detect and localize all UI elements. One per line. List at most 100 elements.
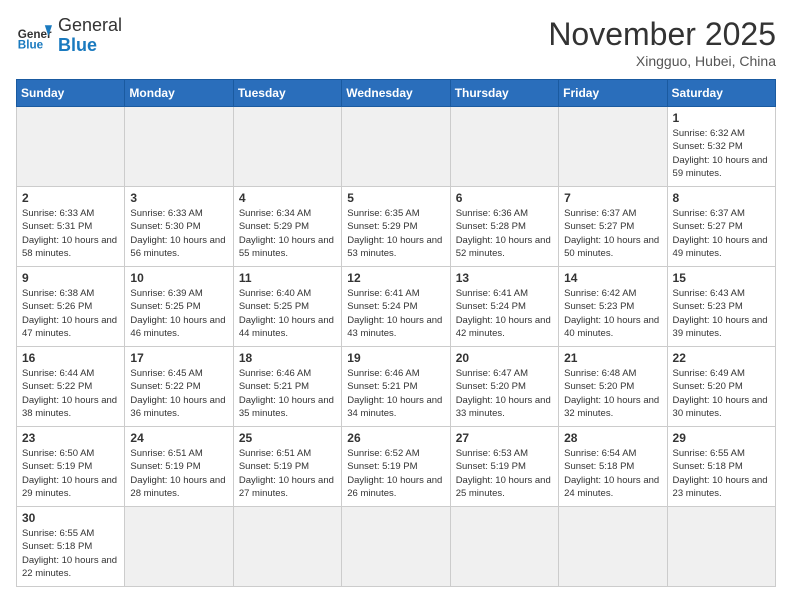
- day-info: Sunrise: 6:49 AM Sunset: 5:20 PM Dayligh…: [673, 367, 770, 420]
- location: Xingguo, Hubei, China: [548, 53, 776, 69]
- calendar-cell: [342, 507, 450, 587]
- day-number: 30: [22, 511, 119, 525]
- calendar-cell: [125, 107, 233, 187]
- weekday-header-monday: Monday: [125, 80, 233, 107]
- day-info: Sunrise: 6:36 AM Sunset: 5:28 PM Dayligh…: [456, 207, 553, 260]
- calendar-cell: 11Sunrise: 6:40 AM Sunset: 5:25 PM Dayli…: [233, 267, 341, 347]
- calendar-cell: 3 Sunrise: 6:33 AM Sunset: 5:30 PM Daylig…: [125, 187, 233, 267]
- calendar-cell: [667, 507, 775, 587]
- weekday-header-wednesday: Wednesday: [342, 80, 450, 107]
- day-number: 23: [22, 431, 119, 445]
- calendar-cell: 23 Sunrise: 6:50 AM Sunset: 5:19 PM Dayli…: [17, 427, 125, 507]
- day-info: Sunrise: 6:48 AM Sunset: 5:20 PM Dayligh…: [564, 367, 661, 420]
- calendar-cell: [233, 107, 341, 187]
- day-info: Sunrise: 6:47 AM Sunset: 5:20 PM Dayligh…: [456, 367, 553, 420]
- day-number: 5: [347, 191, 444, 205]
- day-number: 4: [239, 191, 336, 205]
- calendar-cell: 17 Sunrise: 6:45 AM Sunset: 5:22 PM Dayli…: [125, 347, 233, 427]
- day-info: Sunrise: 6:42 AM Sunset: 5:23 PM Dayligh…: [564, 287, 661, 340]
- calendar-cell: [450, 507, 558, 587]
- day-number: 20: [456, 351, 553, 365]
- calendar-cell: 7Sunrise: 6:37 AM Sunset: 5:27 PM Daylig…: [559, 187, 667, 267]
- logo: General Blue GeneralBlue: [16, 16, 122, 56]
- calendar-cell: [559, 107, 667, 187]
- calendar-cell: 18Sunrise: 6:46 AM Sunset: 5:21 PM Dayli…: [233, 347, 341, 427]
- day-number: 3: [130, 191, 227, 205]
- title-block: November 2025 Xingguo, Hubei, China: [548, 16, 776, 69]
- calendar-cell: 26 Sunrise: 6:52 AM Sunset: 5:19 PM Dayli…: [342, 427, 450, 507]
- day-number: 15: [673, 271, 770, 285]
- weekday-header-saturday: Saturday: [667, 80, 775, 107]
- calendar-cell: [450, 107, 558, 187]
- calendar-cell: 9Sunrise: 6:38 AM Sunset: 5:26 PM Daylig…: [17, 267, 125, 347]
- day-info: Sunrise: 6:44 AM Sunset: 5:22 PM Dayligh…: [22, 367, 119, 420]
- calendar-cell: 14 Sunrise: 6:42 AM Sunset: 5:23 PM Dayli…: [559, 267, 667, 347]
- calendar-cell: 12 Sunrise: 6:41 AM Sunset: 5:24 PM Dayli…: [342, 267, 450, 347]
- svg-text:Blue: Blue: [18, 38, 44, 51]
- calendar-table: SundayMondayTuesdayWednesdayThursdayFrid…: [16, 79, 776, 587]
- calendar-cell: 4 Sunrise: 6:34 AM Sunset: 5:29 PM Daylig…: [233, 187, 341, 267]
- calendar-cell: 2 Sunrise: 6:33 AM Sunset: 5:31 PM Daylig…: [17, 187, 125, 267]
- calendar-cell: 27 Sunrise: 6:53 AM Sunset: 5:19 PM Dayli…: [450, 427, 558, 507]
- day-number: 9: [22, 271, 119, 285]
- day-number: 14: [564, 271, 661, 285]
- day-number: 2: [22, 191, 119, 205]
- day-number: 19: [347, 351, 444, 365]
- day-info: Sunrise: 6:45 AM Sunset: 5:22 PM Dayligh…: [130, 367, 227, 420]
- day-number: 24: [130, 431, 227, 445]
- day-info: Sunrise: 6:37 AM Sunset: 5:27 PM Dayligh…: [564, 207, 661, 260]
- calendar-cell: 6Sunrise: 6:36 AM Sunset: 5:28 PM Daylig…: [450, 187, 558, 267]
- day-number: 27: [456, 431, 553, 445]
- calendar-cell: 25Sunrise: 6:51 AM Sunset: 5:19 PM Dayli…: [233, 427, 341, 507]
- day-info: Sunrise: 6:46 AM Sunset: 5:21 PM Dayligh…: [347, 367, 444, 420]
- day-number: 11: [239, 271, 336, 285]
- day-info: Sunrise: 6:33 AM Sunset: 5:30 PM Dayligh…: [130, 207, 227, 260]
- day-info: Sunrise: 6:54 AM Sunset: 5:18 PM Dayligh…: [564, 447, 661, 500]
- day-info: Sunrise: 6:35 AM Sunset: 5:29 PM Dayligh…: [347, 207, 444, 260]
- day-info: Sunrise: 6:55 AM Sunset: 5:18 PM Dayligh…: [22, 527, 119, 580]
- day-info: Sunrise: 6:32 AM Sunset: 5:32 PM Dayligh…: [673, 127, 770, 180]
- day-number: 8: [673, 191, 770, 205]
- day-info: Sunrise: 6:34 AM Sunset: 5:29 PM Dayligh…: [239, 207, 336, 260]
- calendar-row: 9Sunrise: 6:38 AM Sunset: 5:26 PM Daylig…: [17, 267, 776, 347]
- day-info: Sunrise: 6:55 AM Sunset: 5:18 PM Dayligh…: [673, 447, 770, 500]
- calendar-cell: [342, 107, 450, 187]
- calendar-cell: [559, 507, 667, 587]
- calendar-cell: [233, 507, 341, 587]
- day-number: 26: [347, 431, 444, 445]
- calendar-cell: [17, 107, 125, 187]
- day-number: 13: [456, 271, 553, 285]
- calendar-row: 23 Sunrise: 6:50 AM Sunset: 5:19 PM Dayli…: [17, 427, 776, 507]
- day-info: Sunrise: 6:41 AM Sunset: 5:24 PM Dayligh…: [347, 287, 444, 340]
- calendar-cell: 10Sunrise: 6:39 AM Sunset: 5:25 PM Dayli…: [125, 267, 233, 347]
- calendar-cell: 8Sunrise: 6:37 AM Sunset: 5:27 PM Daylig…: [667, 187, 775, 267]
- weekday-header-tuesday: Tuesday: [233, 80, 341, 107]
- day-info: Sunrise: 6:51 AM Sunset: 5:19 PM Dayligh…: [130, 447, 227, 500]
- calendar-cell: 22Sunrise: 6:49 AM Sunset: 5:20 PM Dayli…: [667, 347, 775, 427]
- calendar-row: 2 Sunrise: 6:33 AM Sunset: 5:31 PM Daylig…: [17, 187, 776, 267]
- day-number: 29: [673, 431, 770, 445]
- calendar-cell: 19 Sunrise: 6:46 AM Sunset: 5:21 PM Dayli…: [342, 347, 450, 427]
- logo-icon: General Blue: [16, 18, 52, 54]
- day-info: Sunrise: 6:53 AM Sunset: 5:19 PM Dayligh…: [456, 447, 553, 500]
- weekday-header-friday: Friday: [559, 80, 667, 107]
- day-info: Sunrise: 6:39 AM Sunset: 5:25 PM Dayligh…: [130, 287, 227, 340]
- day-number: 12: [347, 271, 444, 285]
- day-number: 17: [130, 351, 227, 365]
- logo-text: GeneralBlue: [58, 16, 122, 56]
- weekday-header-sunday: Sunday: [17, 80, 125, 107]
- day-number: 18: [239, 351, 336, 365]
- day-info: Sunrise: 6:43 AM Sunset: 5:23 PM Dayligh…: [673, 287, 770, 340]
- day-info: Sunrise: 6:33 AM Sunset: 5:31 PM Dayligh…: [22, 207, 119, 260]
- calendar-cell: [125, 507, 233, 587]
- weekday-header-row: SundayMondayTuesdayWednesdayThursdayFrid…: [17, 80, 776, 107]
- day-info: Sunrise: 6:41 AM Sunset: 5:24 PM Dayligh…: [456, 287, 553, 340]
- calendar-cell: 16 Sunrise: 6:44 AM Sunset: 5:22 PM Dayli…: [17, 347, 125, 427]
- day-info: Sunrise: 6:52 AM Sunset: 5:19 PM Dayligh…: [347, 447, 444, 500]
- day-number: 16: [22, 351, 119, 365]
- calendar-cell: 30 Sunrise: 6:55 AM Sunset: 5:18 PM Dayli…: [17, 507, 125, 587]
- calendar-cell: 21Sunrise: 6:48 AM Sunset: 5:20 PM Dayli…: [559, 347, 667, 427]
- weekday-header-thursday: Thursday: [450, 80, 558, 107]
- day-info: Sunrise: 6:50 AM Sunset: 5:19 PM Dayligh…: [22, 447, 119, 500]
- calendar-row: 1Sunrise: 6:32 AM Sunset: 5:32 PM Daylig…: [17, 107, 776, 187]
